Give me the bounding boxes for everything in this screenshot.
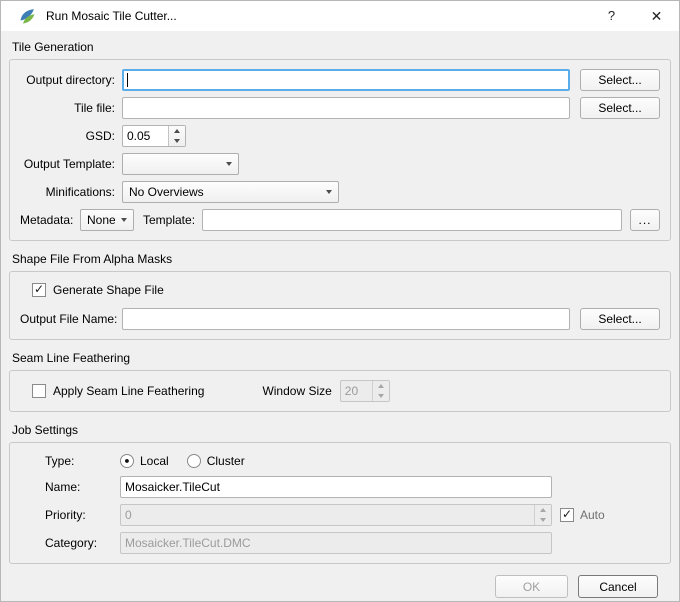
app-logo-icon [19, 8, 36, 25]
group-shape-file: Shape File From Alpha Masks ✓ Generate S… [9, 252, 671, 340]
spin-up-icon [535, 505, 551, 515]
job-priority-row: Priority: 0 ✓ Auto [20, 504, 660, 526]
dialog-content: Tile Generation Output directory: Select… [1, 31, 679, 602]
template-input[interactable] [202, 209, 622, 231]
job-category-label: Category: [45, 536, 120, 550]
minifications-select[interactable]: No Overviews [122, 181, 339, 203]
window-size-spinner: 20 [340, 380, 390, 402]
window-size-spin-buttons [372, 381, 389, 401]
group-box-shape-file: ✓ Generate Shape File Output File Name: … [9, 271, 671, 340]
gsd-spinner[interactable]: 0.05 [122, 125, 186, 147]
group-title-shape-file: Shape File From Alpha Masks [12, 252, 671, 266]
metadata-label: Metadata: [20, 213, 80, 227]
radio-local-label[interactable]: Local [140, 454, 169, 468]
output-directory-select-button[interactable]: Select... [580, 69, 660, 91]
tile-file-row: Tile file: Select... [20, 97, 660, 119]
apply-seam-line-checkbox[interactable] [32, 384, 46, 398]
radio-dot-icon: ● [124, 456, 129, 465]
output-directory-row: Output directory: Select... [20, 69, 660, 91]
auto-priority-checkbox[interactable]: ✓ [560, 508, 574, 522]
metadata-select[interactable]: None [80, 209, 134, 231]
output-file-name-input[interactable] [122, 308, 570, 330]
job-name-input[interactable] [120, 476, 552, 498]
job-priority-label: Priority: [45, 508, 120, 522]
job-category-row: Category: [20, 532, 660, 554]
group-seam-line: Seam Line Feathering Apply Seam Line Fea… [9, 351, 671, 412]
chevron-down-icon [121, 218, 127, 222]
spin-up-icon [373, 381, 389, 391]
gsd-label: GSD: [20, 129, 122, 143]
radio-local[interactable]: ● [120, 454, 134, 468]
job-priority-value: 0 [125, 508, 534, 522]
gsd-spin-buttons [168, 126, 185, 146]
check-icon: ✓ [562, 508, 572, 520]
radio-cluster[interactable] [187, 454, 201, 468]
output-file-name-label: Output File Name: [20, 312, 122, 326]
group-title-seam-line: Seam Line Feathering [12, 351, 671, 365]
tile-file-label: Tile file: [20, 101, 122, 115]
gsd-row: GSD: 0.05 [20, 125, 660, 147]
job-type-label: Type: [45, 454, 120, 468]
generate-shape-file-row: ✓ Generate Shape File [20, 281, 660, 299]
group-box-seam-line: Apply Seam Line Feathering Window Size 2… [9, 370, 671, 412]
job-category-input [120, 532, 552, 554]
job-name-row: Name: [20, 476, 660, 498]
seam-line-row: Apply Seam Line Feathering Window Size 2… [20, 380, 660, 402]
minifications-row: Minifications: No Overviews [20, 181, 660, 203]
priority-spin-buttons [534, 505, 551, 525]
template-label: Template: [143, 213, 195, 227]
window-title: Run Mosaic Tile Cutter... [46, 9, 589, 23]
job-priority-input: 0 [120, 504, 552, 526]
spin-down-icon [373, 391, 389, 401]
dialog-footer: OK Cancel [9, 575, 671, 602]
window-size-value: 20 [341, 381, 372, 401]
job-type-row: Type: ● Local Cluster [20, 452, 660, 470]
group-title-tile-generation: Tile Generation [12, 40, 671, 54]
output-template-select[interactable] [122, 153, 239, 175]
ok-button[interactable]: OK [495, 575, 568, 598]
metadata-row: Metadata: None Template: ... [20, 209, 660, 231]
group-job-settings: Job Settings Type: ● Local Cluster Name: [9, 423, 671, 564]
output-file-name-row: Output File Name: Select... [20, 308, 660, 330]
group-title-job-settings: Job Settings [12, 423, 671, 437]
tile-file-input[interactable] [122, 97, 570, 119]
gsd-value: 0.05 [123, 126, 168, 146]
spin-down-icon[interactable] [169, 136, 185, 146]
group-box-tile-generation: Output directory: Select... Tile file: S… [9, 59, 671, 241]
check-icon: ✓ [34, 283, 44, 295]
job-name-label: Name: [45, 480, 120, 494]
apply-seam-line-label: Apply Seam Line Feathering [53, 384, 204, 398]
text-caret [127, 73, 128, 87]
close-button[interactable]: ✕ [634, 1, 679, 31]
minifications-label: Minifications: [20, 185, 122, 199]
spin-down-icon [535, 515, 551, 525]
radio-cluster-label[interactable]: Cluster [207, 454, 245, 468]
generate-shape-file-checkbox[interactable]: ✓ [32, 283, 46, 297]
generate-shape-file-label: Generate Shape File [53, 283, 164, 297]
output-template-row: Output Template: [20, 153, 660, 175]
run-mosaic-tile-cutter-dialog: Run Mosaic Tile Cutter... ? ✕ Tile Gener… [0, 0, 680, 602]
metadata-value: None [87, 213, 115, 227]
auto-priority-label: Auto [580, 508, 605, 522]
template-browse-button[interactable]: ... [630, 209, 660, 231]
spin-up-icon[interactable] [169, 126, 185, 136]
output-directory-input[interactable] [122, 69, 570, 91]
chevron-down-icon [226, 162, 232, 166]
chevron-down-icon [326, 190, 332, 194]
tile-file-select-button[interactable]: Select... [580, 97, 660, 119]
group-tile-generation: Tile Generation Output directory: Select… [9, 40, 671, 241]
help-button[interactable]: ? [589, 1, 634, 31]
window-size-label: Window Size [262, 384, 331, 398]
output-directory-label: Output directory: [20, 73, 122, 87]
titlebar: Run Mosaic Tile Cutter... ? ✕ [1, 1, 679, 31]
output-template-label: Output Template: [20, 157, 122, 171]
minifications-value: No Overviews [129, 185, 320, 199]
cancel-button[interactable]: Cancel [578, 575, 658, 598]
group-box-job-settings: Type: ● Local Cluster Name: Priority: [9, 442, 671, 564]
output-file-name-select-button[interactable]: Select... [580, 308, 660, 330]
